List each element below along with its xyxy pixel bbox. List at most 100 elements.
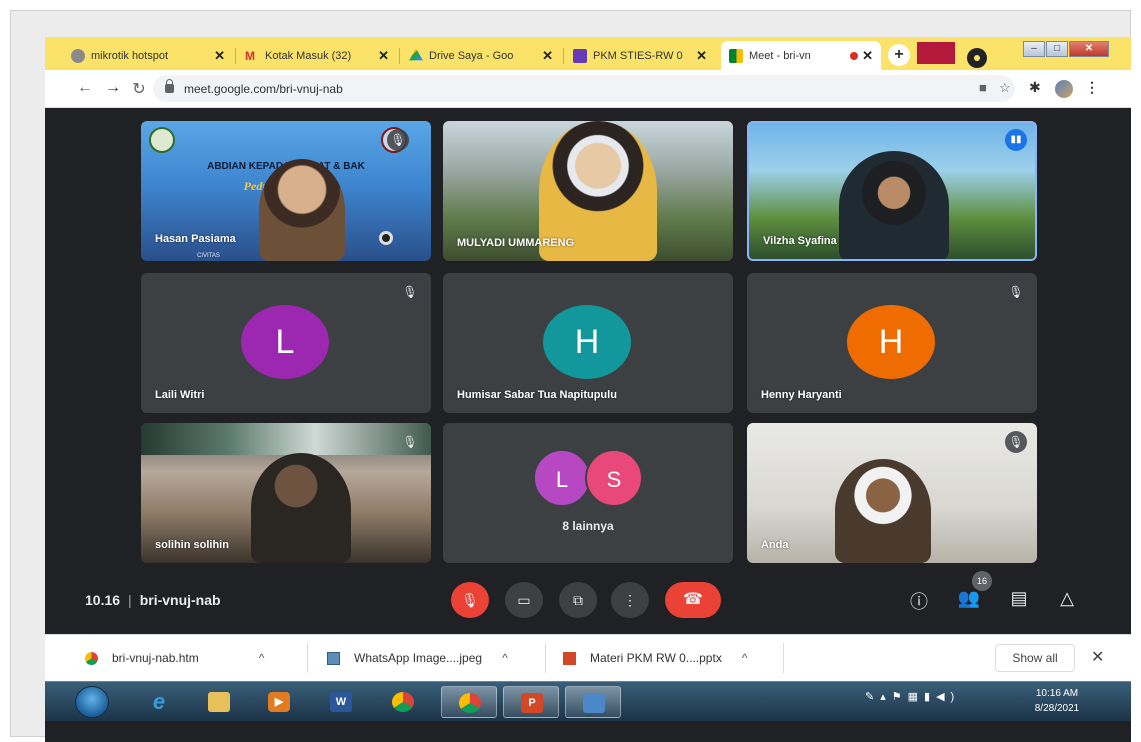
- new-tab-button[interactable]: +: [888, 44, 910, 66]
- participant-tile[interactable]: ▮▮ Vilzha Syafina: [747, 121, 1037, 261]
- taskbar-app-ie[interactable]: e: [131, 686, 187, 718]
- download-item[interactable]: Materi PKM RW 0....pptx ^: [563, 635, 747, 681]
- tab-mikrotik[interactable]: mikrotik hotspot ✕: [63, 41, 233, 70]
- participant-tile[interactable]: ABDIAN KEPADA M AKAT & BAK Peduli Dan id…: [141, 121, 431, 261]
- participant-video: [839, 151, 949, 259]
- others-tile[interactable]: L S 8 lainnya: [443, 423, 733, 563]
- tab-gmail[interactable]: M Kotak Masuk (32) ✕: [237, 41, 397, 70]
- more-options-button[interactable]: ⋮: [611, 582, 649, 618]
- maximize-button[interactable]: □: [1046, 41, 1068, 57]
- taskbar-clock[interactable]: 10:16 AM 8/28/2021: [1027, 686, 1087, 716]
- bookmark-star-icon[interactable]: ☆: [999, 80, 1011, 96]
- powerpoint-icon: P: [521, 693, 543, 713]
- pin-icon[interactable]: [379, 231, 393, 245]
- close-window-button[interactable]: ✕: [1069, 41, 1109, 57]
- camera-indicator-icon[interactable]: ■: [979, 80, 987, 95]
- divider: [545, 643, 546, 673]
- participant-tile[interactable]: H Humisar Sabar Tua Napitupulu: [443, 273, 733, 413]
- activities-icon[interactable]: △: [1055, 588, 1079, 609]
- tab-meet[interactable]: Meet - bri-vn ✕: [721, 41, 881, 70]
- tab-title: Drive Saya - Goo: [429, 49, 514, 62]
- tab-separator: [235, 48, 236, 64]
- chevron-up-icon[interactable]: ▴: [880, 691, 892, 703]
- meet-icon: [729, 48, 743, 63]
- window-background: [141, 423, 431, 455]
- caption-text: CIVITAS: [197, 253, 220, 259]
- network-icon[interactable]: ▦: [908, 691, 924, 703]
- taskbar-app-media[interactable]: ▶: [251, 686, 307, 718]
- participant-tile[interactable]: 🎙 L Laili Witri: [141, 273, 431, 413]
- participant-tile[interactable]: 🎙 solihin solihin: [141, 423, 431, 563]
- tab-strip: mikrotik hotspot ✕ M Kotak Masuk (32) ✕ …: [45, 37, 1131, 70]
- chat-icon[interactable]: ▤: [1007, 588, 1031, 609]
- chevron-up-icon[interactable]: ^: [259, 651, 265, 665]
- info-icon[interactable]: ⓘ: [907, 588, 931, 614]
- minimize-button[interactable]: –: [1023, 41, 1045, 57]
- participant-name: Vilzha Syafina: [763, 235, 837, 247]
- back-icon[interactable]: ←: [75, 79, 95, 97]
- signal-icon[interactable]: ▮: [924, 691, 936, 703]
- people-icon[interactable]: 👥: [957, 588, 981, 609]
- mic-off-icon: 🎙: [399, 281, 421, 303]
- reload-icon[interactable]: ↻: [129, 79, 149, 99]
- clock-time: 10:16 AM: [1035, 688, 1079, 699]
- close-icon[interactable]: ✕: [378, 48, 389, 64]
- close-icon[interactable]: ✕: [214, 48, 225, 64]
- mic-off-icon: 🎙: [1005, 281, 1027, 303]
- close-icon[interactable]: ✕: [696, 48, 707, 64]
- divider: [783, 643, 784, 673]
- taskbar-app-photo[interactable]: [565, 686, 621, 718]
- present-button[interactable]: ⧉: [559, 582, 597, 618]
- speaking-indicator-icon: ▮▮: [1005, 129, 1027, 151]
- start-button[interactable]: [75, 686, 109, 718]
- volume-icon[interactable]: ◀): [936, 691, 960, 703]
- menu-icon[interactable]: ⋮: [1085, 79, 1099, 96]
- pen-tool-icon[interactable]: ✎: [865, 691, 880, 703]
- camera-button[interactable]: ▭: [505, 582, 543, 618]
- mic-off-icon: 🎙: [1005, 431, 1027, 453]
- participant-name: solihin solihin: [155, 539, 229, 551]
- flag-icon[interactable]: ⚑: [892, 691, 908, 703]
- pptx-file-icon: [563, 651, 576, 665]
- participant-tile[interactable]: MULYADI UMMARENG: [443, 121, 733, 261]
- participant-name: Hasan Pasiama: [155, 233, 236, 245]
- avatar: H: [847, 305, 935, 379]
- show-all-button[interactable]: Show all: [995, 644, 1075, 672]
- close-icon[interactable]: ✕: [862, 48, 873, 64]
- others-count-label: 8 lainnya: [562, 519, 614, 533]
- profile-icon[interactable]: [967, 48, 987, 68]
- bottom-bezel: [45, 721, 1131, 742]
- recording-dot-icon: [850, 51, 859, 60]
- extensions-icon[interactable]: ✱: [1029, 79, 1041, 96]
- divider: [307, 643, 308, 673]
- clock-date: 8/28/2021: [1034, 703, 1080, 714]
- taskbar-app-powerpoint[interactable]: P: [503, 686, 559, 718]
- address-bar[interactable]: meet.google.com/bri-vnuj-nab ■ ☆: [153, 75, 1015, 102]
- chevron-up-icon[interactable]: ^: [742, 651, 748, 665]
- taskbar-app-explorer[interactable]: [191, 686, 247, 718]
- leave-call-button[interactable]: ☎: [665, 582, 721, 618]
- forward-icon[interactable]: →: [103, 79, 123, 97]
- mic-off-icon: 🎙: [402, 435, 418, 449]
- participant-name: Anda: [761, 539, 789, 551]
- avatar: H: [543, 305, 631, 379]
- download-item[interactable]: WhatsApp Image....jpeg ^: [327, 635, 508, 681]
- url-text: meet.google.com/bri-vnuj-nab: [184, 81, 343, 96]
- chrome-file-icon: [85, 651, 98, 665]
- participant-tile[interactable]: 🎙 H Henny Haryanti: [747, 273, 1037, 413]
- taskbar-app-chrome-active[interactable]: [441, 686, 497, 718]
- close-icon[interactable]: ✕: [1091, 647, 1104, 667]
- avatar[interactable]: [1055, 80, 1073, 98]
- chevron-up-icon[interactable]: ^: [502, 651, 508, 665]
- microphone-button[interactable]: 🎙: [451, 582, 489, 618]
- taskbar-app-chrome[interactable]: [375, 686, 431, 718]
- participant-name: Humisar Sabar Tua Napitupulu: [457, 389, 617, 401]
- tab-forms[interactable]: PKM STIES-RW 0 ✕: [565, 41, 715, 70]
- chrome-icon: [459, 693, 481, 713]
- taskbar-app-word[interactable]: W: [313, 686, 369, 718]
- close-icon[interactable]: ✕: [542, 48, 553, 64]
- tab-drive[interactable]: Drive Saya - Goo ✕: [401, 41, 561, 70]
- avatar: L: [241, 305, 329, 379]
- self-tile[interactable]: 🎙 Anda: [747, 423, 1037, 563]
- download-item[interactable]: bri-vnuj-nab.htm ^: [85, 635, 264, 681]
